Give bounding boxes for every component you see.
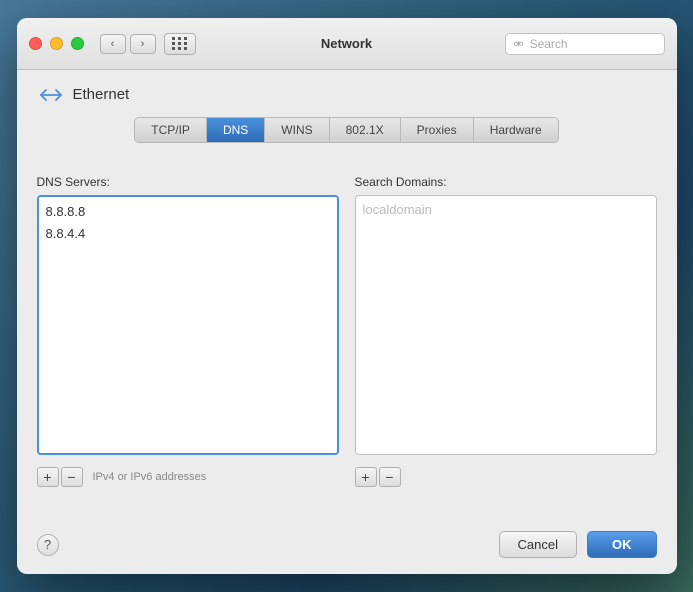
minimize-button[interactable] bbox=[50, 37, 63, 50]
search-domains-controls: + − bbox=[355, 467, 657, 487]
bottom-buttons-row: + − IPv4 or IPv6 addresses + − bbox=[37, 467, 657, 487]
tabs-wrapper: TCP/IP DNS WINS 802.1X Proxies Hardware bbox=[37, 117, 657, 159]
maximize-button[interactable] bbox=[71, 37, 84, 50]
domains-remove-button[interactable]: − bbox=[379, 467, 401, 487]
dns-remove-button[interactable]: − bbox=[61, 467, 83, 487]
tab-8021x[interactable]: 802.1X bbox=[330, 118, 401, 142]
back-button[interactable]: ‹ bbox=[100, 34, 126, 54]
search-bar[interactable]: ⚮ bbox=[505, 33, 665, 55]
tabs: TCP/IP DNS WINS 802.1X Proxies Hardware bbox=[134, 117, 558, 143]
dns-controls: + − IPv4 or IPv6 addresses bbox=[37, 467, 339, 487]
action-buttons: Cancel OK bbox=[499, 531, 657, 558]
tab-tcpip[interactable]: TCP/IP bbox=[135, 118, 207, 142]
search-icon: ⚮ bbox=[514, 37, 524, 51]
titlebar: ‹ › Network ⚮ bbox=[17, 18, 677, 70]
cancel-button[interactable]: Cancel bbox=[499, 531, 577, 558]
dns-servers-list[interactable]: 8.8.8.8 8.8.4.4 bbox=[37, 195, 339, 455]
search-domains-column: Search Domains: localdomain bbox=[355, 175, 657, 455]
list-item: 8.8.4.4 bbox=[43, 223, 333, 245]
two-column-layout: DNS Servers: 8.8.8.8 8.8.4.4 Search Doma… bbox=[37, 175, 657, 455]
nav-buttons: ‹ › bbox=[100, 34, 156, 54]
section-title: Ethernet bbox=[73, 86, 130, 103]
ok-button[interactable]: OK bbox=[587, 531, 657, 558]
help-button[interactable]: ? bbox=[37, 534, 59, 556]
search-input[interactable] bbox=[530, 37, 656, 51]
search-domains-list[interactable]: localdomain bbox=[355, 195, 657, 455]
close-button[interactable] bbox=[29, 37, 42, 50]
tab-proxies[interactable]: Proxies bbox=[401, 118, 474, 142]
window-title: Network bbox=[321, 36, 372, 51]
footer: ? Cancel OK bbox=[17, 519, 677, 574]
tab-wins[interactable]: WINS bbox=[265, 118, 329, 142]
tab-dns[interactable]: DNS bbox=[207, 118, 265, 142]
forward-button[interactable]: › bbox=[130, 34, 156, 54]
dns-button-row: + − IPv4 or IPv6 addresses bbox=[37, 467, 339, 487]
breadcrumb: Ethernet bbox=[37, 86, 657, 103]
dns-servers-label: DNS Servers: bbox=[37, 175, 339, 189]
search-domains-label: Search Domains: bbox=[355, 175, 657, 189]
dns-add-button[interactable]: + bbox=[37, 467, 59, 487]
back-nav-icon[interactable] bbox=[37, 87, 65, 103]
search-domains-placeholder: localdomain bbox=[363, 202, 432, 217]
main-content: Ethernet TCP/IP DNS WINS 802.1X Proxies … bbox=[17, 70, 677, 519]
traffic-lights bbox=[29, 37, 84, 50]
search-domains-button-row: + − bbox=[355, 467, 657, 487]
list-item: 8.8.8.8 bbox=[43, 201, 333, 223]
grid-button[interactable] bbox=[164, 33, 196, 55]
dns-servers-column: DNS Servers: 8.8.8.8 8.8.4.4 bbox=[37, 175, 339, 455]
network-window: ‹ › Network ⚮ Ethern bbox=[17, 18, 677, 574]
dns-hint-text: IPv4 or IPv6 addresses bbox=[93, 471, 207, 483]
domains-add-button[interactable]: + bbox=[355, 467, 377, 487]
tab-hardware[interactable]: Hardware bbox=[474, 118, 558, 142]
